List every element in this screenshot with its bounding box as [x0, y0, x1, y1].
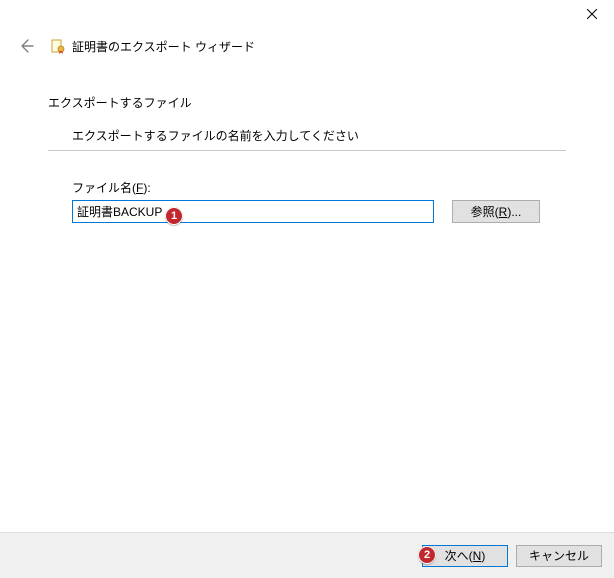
next-button[interactable]: 次へ(N) [422, 545, 508, 567]
back-button[interactable] [16, 36, 36, 56]
section-description: エクスポートするファイルの名前を入力してください [48, 127, 566, 144]
wizard-header: 証明書のエクスポート ウィザード [0, 30, 614, 70]
back-arrow-icon [18, 38, 34, 54]
footer: 次へ(N) キャンセル [0, 532, 614, 578]
close-icon [587, 9, 597, 19]
close-button[interactable] [569, 0, 614, 28]
wizard-title: 証明書のエクスポート ウィザード [72, 38, 255, 55]
titlebar [0, 0, 614, 30]
cancel-button[interactable]: キャンセル [516, 545, 602, 567]
content-area: エクスポートするファイル エクスポートするファイルの名前を入力してください ファ… [0, 70, 614, 223]
filename-row: 参照(R)... [72, 200, 566, 223]
certificate-icon [50, 38, 66, 54]
title-row: 証明書のエクスポート ウィザード [50, 38, 255, 55]
section-heading: エクスポートするファイル [48, 94, 566, 111]
browse-button[interactable]: 参照(R)... [452, 200, 540, 223]
filename-label: ファイル名(F): [72, 179, 566, 196]
form-area: ファイル名(F): 参照(R)... [48, 151, 566, 223]
filename-input[interactable] [72, 200, 434, 223]
